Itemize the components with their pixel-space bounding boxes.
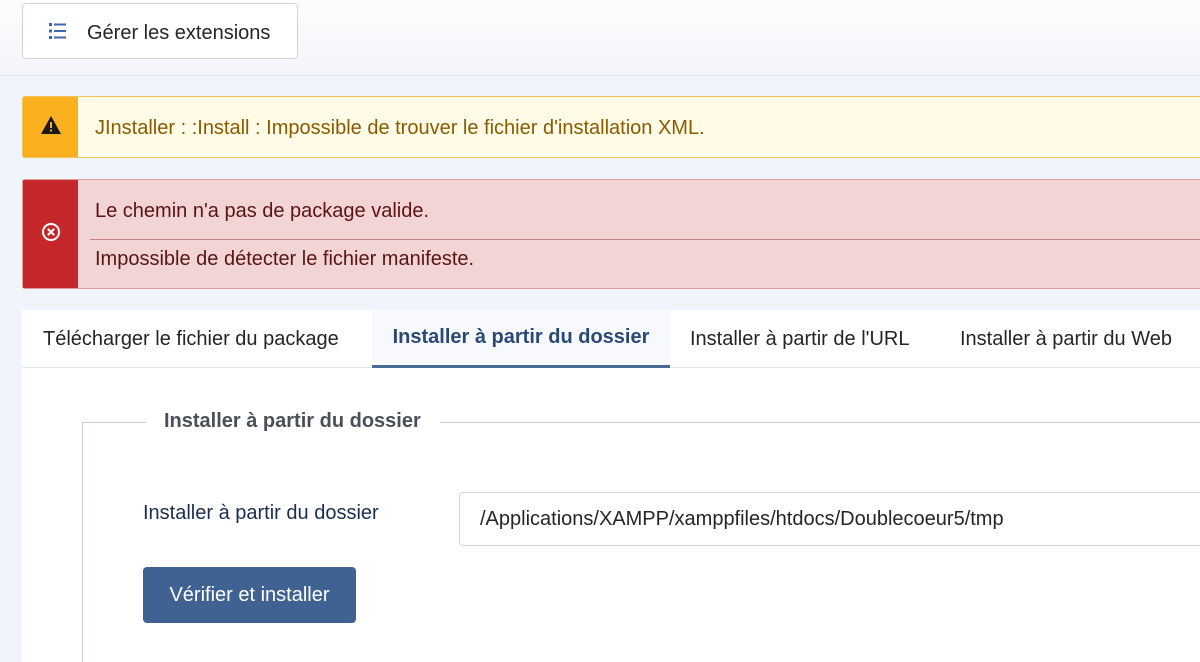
error-message-1: Le chemin n'a pas de package valide. — [95, 200, 430, 222]
error-alert: Le chemin n'a pas de package valide. Imp… — [22, 179, 1200, 289]
error-alert-side — [23, 180, 78, 288]
fieldset-border-left — [82, 422, 83, 662]
fieldset-legend: Installer à partir du dossier — [164, 410, 421, 432]
install-tabs: Télécharger le fichier du package Instal… — [22, 310, 1200, 368]
tab-install-from-url[interactable]: Installer à partir de l'URL — [670, 310, 940, 368]
tab-upload-package[interactable]: Télécharger le fichier du package — [22, 310, 372, 368]
error-divider — [90, 239, 1200, 240]
manage-extensions-label: Gérer les extensions — [87, 22, 271, 44]
fieldset-border-top-right — [440, 422, 1200, 423]
warning-message: JInstaller : :Install : Impossible de tr… — [95, 117, 705, 139]
folder-field-label: Installer à partir du dossier — [143, 502, 379, 524]
tab-install-from-folder[interactable]: Installer à partir du dossier — [372, 310, 670, 368]
circle-x-icon — [41, 222, 61, 247]
warning-alert: JInstaller : :Install : Impossible de tr… — [22, 96, 1200, 158]
warning-triangle-icon — [40, 115, 61, 139]
tab-install-from-web[interactable]: Installer à partir du Web — [940, 310, 1200, 368]
error-message-2: Impossible de détecter le fichier manife… — [95, 248, 475, 270]
toolbar: Gérer les extensions — [0, 0, 1200, 76]
folder-path-input[interactable] — [459, 492, 1200, 546]
manage-extensions-button[interactable]: Gérer les extensions — [22, 3, 298, 59]
warning-alert-side — [23, 97, 78, 157]
check-and-install-button[interactable]: Vérifier et installer — [143, 567, 356, 623]
list-icon — [48, 21, 68, 41]
fieldset-border-top-left — [82, 422, 146, 423]
